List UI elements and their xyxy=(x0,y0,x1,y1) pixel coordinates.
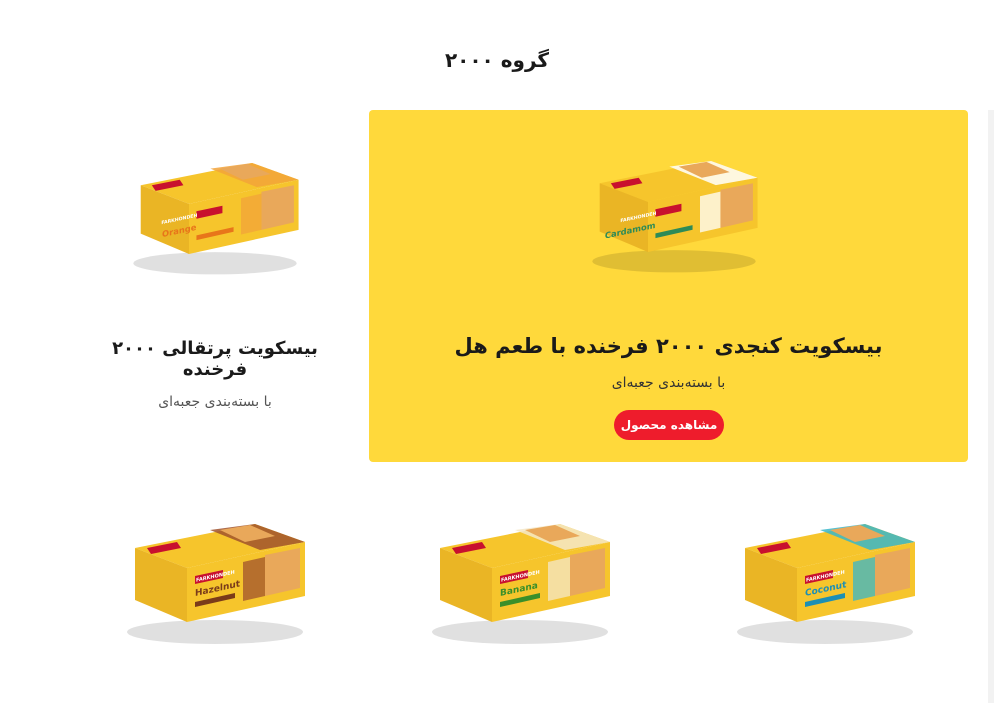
scrollbar-track[interactable] xyxy=(988,110,994,703)
product-subtitle-orange: با بسته‌بندی جعبه‌ای xyxy=(158,394,272,410)
biscuit-box-illustration: FARKHONDEHCardamom xyxy=(592,161,758,273)
product-card-banana[interactable]: FARKHONDEH Banana xyxy=(420,510,620,650)
product-card-coconut[interactable]: FARKHONDEH Coconut xyxy=(725,510,925,650)
product-image-coconut[interactable]: FARKHONDEH Coconut xyxy=(725,510,925,650)
page-title: گروه ۲۰۰۰ xyxy=(444,48,550,72)
product-image-orange[interactable]: FARKHONDEH Orange xyxy=(120,150,310,280)
biscuit-box-illustration: FARKHONDEHOrange xyxy=(133,163,299,275)
product-title-orange[interactable]: بیسکویت پرتقالی ۲۰۰۰ فرخنده xyxy=(90,338,340,380)
biscuit-box-illustration: FARKHONDEHCoconut xyxy=(737,524,915,644)
view-product-button[interactable]: مشاهده محصول xyxy=(614,410,724,440)
biscuit-box-illustration: FARKHONDEHBanana xyxy=(432,524,610,644)
featured-product-title[interactable]: بیسکویت کنجدی ۲۰۰۰ فرخنده با طعم هل xyxy=(369,334,968,358)
product-image-hazelnut[interactable]: FARKHONDEH Hazelnut xyxy=(115,510,315,650)
product-card-hazelnut[interactable]: FARKHONDEH Hazelnut xyxy=(115,510,315,650)
featured-product-image[interactable]: FARKHONDEH Cardamom xyxy=(579,148,769,278)
featured-product-card[interactable]: FARKHONDEH Cardamom بیسکویت کنجدی ۲۰۰۰ فر… xyxy=(369,110,968,462)
featured-product-subtitle: با بسته‌بندی جعبه‌ای xyxy=(611,375,726,391)
product-card-orange[interactable]: FARKHONDEH Orange بیسکویت پرتقالی ۲۰۰۰ فر… xyxy=(90,150,340,410)
biscuit-box-illustration: FARKHONDEHHazelnut xyxy=(127,524,305,644)
product-image-banana[interactable]: FARKHONDEH Banana xyxy=(420,510,620,650)
